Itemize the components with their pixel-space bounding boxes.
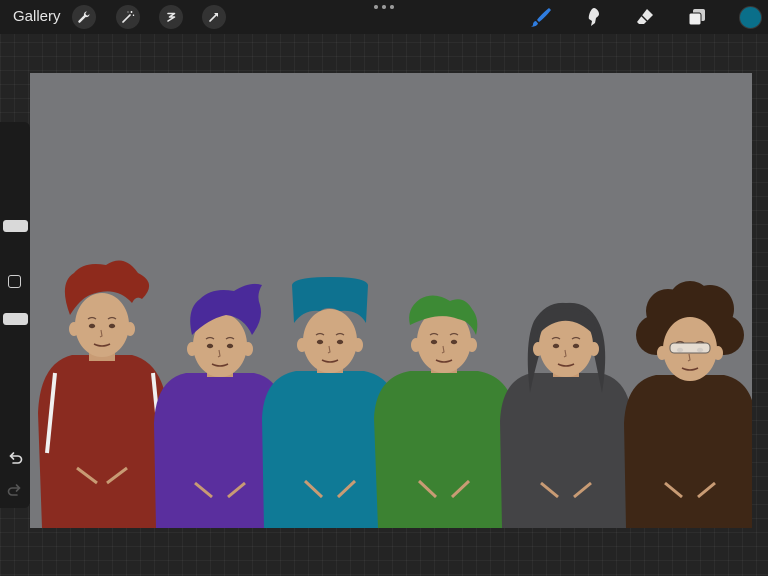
undo-icon[interactable] — [6, 450, 24, 468]
smudge-icon[interactable] — [582, 6, 604, 28]
layers-icon[interactable] — [686, 6, 708, 28]
brush-size-slider[interactable] — [3, 220, 28, 232]
transform-arrow-icon[interactable] — [202, 5, 226, 29]
more-options-icon[interactable] — [374, 2, 394, 12]
character-red — [38, 260, 168, 528]
magic-wand-icon[interactable] — [116, 5, 140, 29]
sidebar — [0, 122, 30, 508]
redo-icon[interactable] — [6, 482, 24, 500]
character-gray — [500, 302, 632, 528]
selection-icon[interactable] — [159, 5, 183, 29]
top-toolbar: Gallery — [0, 0, 768, 34]
character-brown — [624, 281, 752, 528]
color-picker-swatch[interactable] — [739, 6, 762, 29]
character-illustration — [38, 260, 752, 528]
gallery-button[interactable]: Gallery — [13, 8, 61, 25]
modify-button[interactable] — [8, 275, 21, 288]
wrench-icon[interactable] — [72, 5, 96, 29]
drawing-canvas[interactable] — [30, 73, 752, 528]
eraser-icon[interactable] — [634, 6, 656, 28]
character-green — [374, 295, 516, 528]
opacity-slider[interactable] — [3, 313, 28, 325]
brush-icon[interactable] — [529, 6, 551, 28]
